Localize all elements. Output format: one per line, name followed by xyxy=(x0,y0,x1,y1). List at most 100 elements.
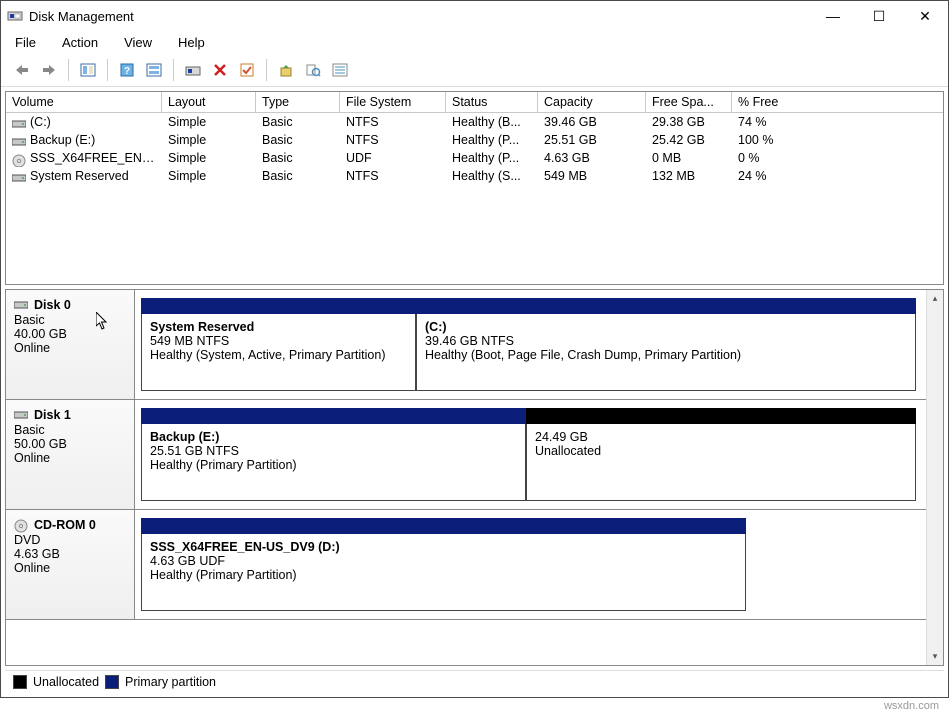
toolbar-separator xyxy=(173,59,174,81)
partition-header-bar xyxy=(416,298,916,314)
cell-status: Healthy (S... xyxy=(446,167,538,185)
partition-status: Healthy (Primary Partition) xyxy=(150,568,737,582)
cell-volume: System Reserved xyxy=(30,169,129,183)
header-filesystem[interactable]: File System xyxy=(340,92,446,113)
header-layout[interactable]: Layout xyxy=(162,92,256,113)
cell-freespace: 0 MB xyxy=(646,149,732,167)
maximize-button[interactable]: ☐ xyxy=(856,1,902,31)
partition-status: Healthy (Boot, Page File, Crash Dump, Pr… xyxy=(425,348,907,362)
cell-layout: Simple xyxy=(162,167,256,185)
close-button[interactable]: ✕ xyxy=(902,1,948,31)
partition-header-bar xyxy=(526,408,916,424)
show-hide-tree-button[interactable] xyxy=(77,59,99,81)
partition-size: 24.49 GB xyxy=(535,430,907,444)
header-type[interactable]: Type xyxy=(256,92,340,113)
table-row[interactable]: Backup (E:)SimpleBasicNTFSHealthy (P...2… xyxy=(6,131,943,149)
partition[interactable]: 24.49 GBUnallocated xyxy=(526,408,916,501)
delete-button[interactable] xyxy=(209,59,231,81)
watermark: wsxdn.com xyxy=(0,698,949,712)
disc-icon xyxy=(14,519,30,531)
menu-view[interactable]: View xyxy=(120,33,156,52)
disk-name-label: Disk 1 xyxy=(34,408,71,422)
window-title: Disk Management xyxy=(29,9,810,24)
disk-name-label: Disk 0 xyxy=(34,298,71,312)
settings-button[interactable] xyxy=(182,59,204,81)
disk-graphical-view: Disk 0Basic40.00 GBOnlineSystem Reserved… xyxy=(5,289,944,666)
toolbar-separator xyxy=(68,59,69,81)
toolbar-separator xyxy=(107,59,108,81)
disk-state-label: Online xyxy=(14,561,126,575)
toolbar-separator xyxy=(266,59,267,81)
cell-volume: (C:) xyxy=(30,115,51,129)
header-percent[interactable]: % Free xyxy=(732,92,943,113)
cell-type: Basic xyxy=(256,131,340,149)
partition[interactable]: (C:)39.46 GB NTFSHealthy (Boot, Page Fil… xyxy=(416,298,916,391)
header-freespace[interactable]: Free Spa... xyxy=(646,92,732,113)
table-row[interactable]: SSS_X64FREE_EN-...SimpleBasicUDFHealthy … xyxy=(6,149,943,167)
title-bar[interactable]: Disk Management — ☐ ✕ xyxy=(1,1,948,31)
cell-layout: Simple xyxy=(162,149,256,167)
legend-swatch-unallocated xyxy=(13,675,27,689)
partition-title: SSS_X64FREE_EN-US_DV9 (D:) xyxy=(150,540,737,554)
partition[interactable]: System Reserved549 MB NTFSHealthy (Syste… xyxy=(141,298,416,391)
disk-info[interactable]: CD-ROM 0DVD4.63 GBOnline xyxy=(6,510,135,619)
header-capacity[interactable]: Capacity xyxy=(538,92,646,113)
partition-title: (C:) xyxy=(425,320,907,334)
disk-layout: System Reserved549 MB NTFSHealthy (Syste… xyxy=(135,290,926,399)
header-status[interactable]: Status xyxy=(446,92,538,113)
cell-type: Basic xyxy=(256,167,340,185)
back-button[interactable] xyxy=(11,59,33,81)
legend: Unallocated Primary partition xyxy=(5,670,944,695)
menu-action[interactable]: Action xyxy=(58,33,102,52)
partition-size: 25.51 GB NTFS xyxy=(150,444,517,458)
cell-percent: 74 % xyxy=(732,113,798,131)
minimize-button[interactable]: — xyxy=(810,1,856,31)
help-button[interactable]: ? xyxy=(116,59,138,81)
cell-freespace: 25.42 GB xyxy=(646,131,732,149)
partition[interactable]: Backup (E:)25.51 GB NTFSHealthy (Primary… xyxy=(141,408,526,501)
menu-file[interactable]: File xyxy=(11,33,40,52)
hdd-icon xyxy=(12,118,26,128)
table-header: Volume Layout Type File System Status Ca… xyxy=(6,92,943,113)
cell-status: Healthy (B... xyxy=(446,113,538,131)
partition-body: (C:)39.46 GB NTFSHealthy (Boot, Page Fil… xyxy=(416,314,916,391)
create-vhd-button[interactable] xyxy=(275,59,297,81)
menu-help[interactable]: Help xyxy=(174,33,209,52)
cell-percent: 0 % xyxy=(732,149,798,167)
header-volume[interactable]: Volume xyxy=(6,92,162,113)
refresh-button[interactable] xyxy=(143,59,165,81)
table-body: (C:)SimpleBasicNTFSHealthy (B...39.46 GB… xyxy=(6,113,943,185)
disk-size-label: 50.00 GB xyxy=(14,437,126,451)
cell-status: Healthy (P... xyxy=(446,149,538,167)
properties-button[interactable] xyxy=(302,59,324,81)
partition-header-bar xyxy=(141,518,746,534)
partition[interactable]: SSS_X64FREE_EN-US_DV9 (D:)4.63 GB UDFHea… xyxy=(141,518,746,611)
cell-layout: Simple xyxy=(162,113,256,131)
table-row[interactable]: System ReservedSimpleBasicNTFSHealthy (S… xyxy=(6,167,943,185)
disk-kind-label: Basic xyxy=(14,423,126,437)
scroll-up-button[interactable]: ▴ xyxy=(927,290,943,307)
cell-filesystem: UDF xyxy=(340,149,446,167)
check-button[interactable] xyxy=(236,59,258,81)
table-row[interactable]: (C:)SimpleBasicNTFSHealthy (B...39.46 GB… xyxy=(6,113,943,131)
disk-row[interactable]: Disk 1Basic50.00 GBOnlineBackup (E:)25.5… xyxy=(6,400,926,510)
cell-layout: Simple xyxy=(162,131,256,149)
disk-row[interactable]: CD-ROM 0DVD4.63 GBOnlineSSS_X64FREE_EN-U… xyxy=(6,510,926,620)
disk-info[interactable]: Disk 1Basic50.00 GBOnline xyxy=(6,400,135,509)
partition-body: SSS_X64FREE_EN-US_DV9 (D:)4.63 GB UDFHea… xyxy=(141,534,746,611)
app-icon xyxy=(7,8,23,24)
cell-capacity: 4.63 GB xyxy=(538,149,646,167)
forward-button[interactable] xyxy=(38,59,60,81)
disk-state-label: Online xyxy=(14,451,126,465)
disk-info[interactable]: Disk 0Basic40.00 GBOnline xyxy=(6,290,135,399)
disk-row[interactable]: Disk 0Basic40.00 GBOnlineSystem Reserved… xyxy=(6,290,926,400)
partition-status: Healthy (System, Active, Primary Partiti… xyxy=(150,348,407,362)
scroll-down-button[interactable]: ▾ xyxy=(927,648,943,665)
cell-capacity: 549 MB xyxy=(538,167,646,185)
cell-capacity: 39.46 GB xyxy=(538,113,646,131)
vertical-scrollbar[interactable]: ▴ ▾ xyxy=(926,290,943,665)
list-button[interactable] xyxy=(329,59,351,81)
disk-scroll-area[interactable]: Disk 0Basic40.00 GBOnlineSystem Reserved… xyxy=(6,290,926,665)
disk-management-window: Disk Management — ☐ ✕ File Action View H… xyxy=(0,0,949,698)
volume-list[interactable]: Volume Layout Type File System Status Ca… xyxy=(5,91,944,285)
